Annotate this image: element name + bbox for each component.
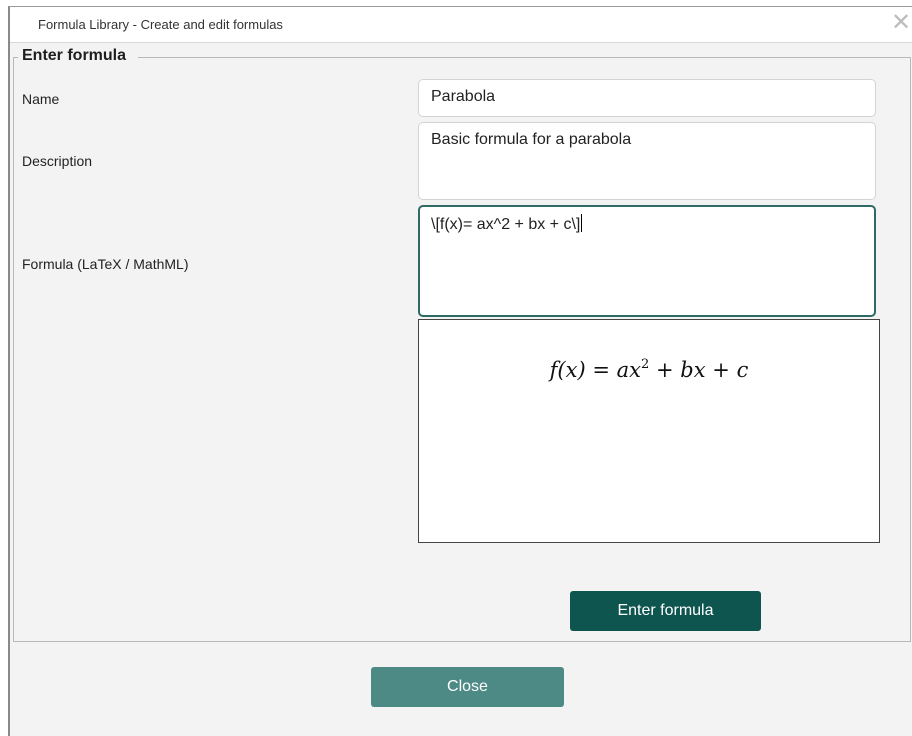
fieldset-legend: Enter formula — [18, 47, 139, 65]
name-input[interactable]: Parabola — [418, 79, 876, 117]
formula-input[interactable]: \[f(x)= ax^2 + bx + c\] — [418, 205, 876, 317]
math-equals: = — [592, 358, 610, 382]
description-input-value: Basic formula for a parabola — [431, 131, 632, 148]
description-label: Description — [22, 153, 93, 169]
description-input[interactable]: Basic formula for a parabola — [418, 122, 876, 200]
name-label: Name — [22, 91, 60, 107]
text-caret — [581, 214, 583, 232]
dialog-titlebar: Formula Library - Create and edit formul… — [10, 7, 912, 43]
rendered-formula: f(x) = ax2 + bx + c — [419, 358, 879, 382]
dialog-title: Formula Library - Create and edit formul… — [38, 17, 283, 32]
math-term-a: ax — [616, 358, 642, 382]
enter-formula-button[interactable]: Enter formula — [570, 591, 761, 631]
formula-label: Formula (LaTeX / MathML) — [22, 256, 189, 272]
close-icon[interactable]: ✕ — [890, 9, 912, 37]
formula-library-dialog: Formula Library - Create and edit formul… — [8, 6, 912, 736]
math-plus-1: + — [656, 358, 674, 382]
formula-input-value: \[f(x)= ax^2 + bx + c\] — [431, 216, 581, 233]
math-term-c: c — [736, 358, 749, 382]
math-plus-2: + — [712, 358, 730, 382]
math-exponent: 2 — [641, 357, 650, 372]
formula-preview: f(x) = ax2 + bx + c — [418, 319, 880, 543]
math-lhs: f(x) — [549, 358, 586, 382]
name-input-value: Parabola — [431, 88, 496, 105]
math-term-b: bx — [680, 358, 706, 382]
close-button[interactable]: Close — [371, 667, 564, 707]
